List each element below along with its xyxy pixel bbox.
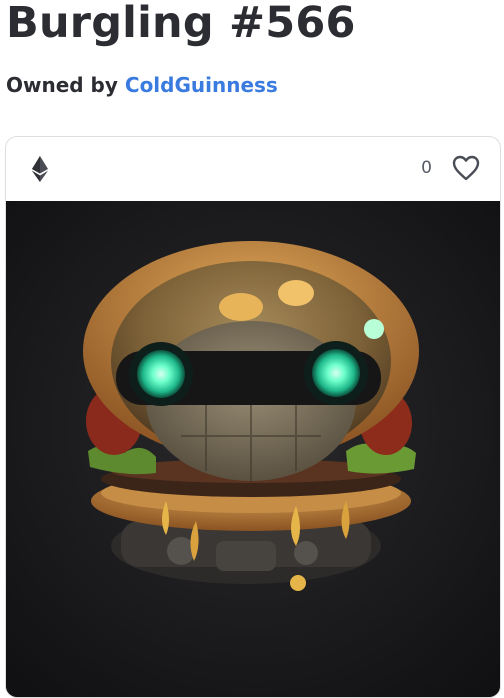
heart-icon[interactable] <box>452 155 480 181</box>
owner-link[interactable]: ColdGuinness <box>125 73 278 97</box>
owner-line: Owned by ColdGuinness <box>6 73 278 97</box>
card-header: 0 <box>6 137 500 201</box>
likes-count: 0 <box>421 158 432 178</box>
nft-card: 0 <box>5 136 501 698</box>
owned-by-label: Owned by <box>6 73 118 97</box>
ethereum-icon <box>32 156 48 182</box>
burger-robot-artwork <box>6 201 500 697</box>
nft-image[interactable] <box>6 201 500 697</box>
nft-title: Burgling #566 <box>6 0 356 48</box>
